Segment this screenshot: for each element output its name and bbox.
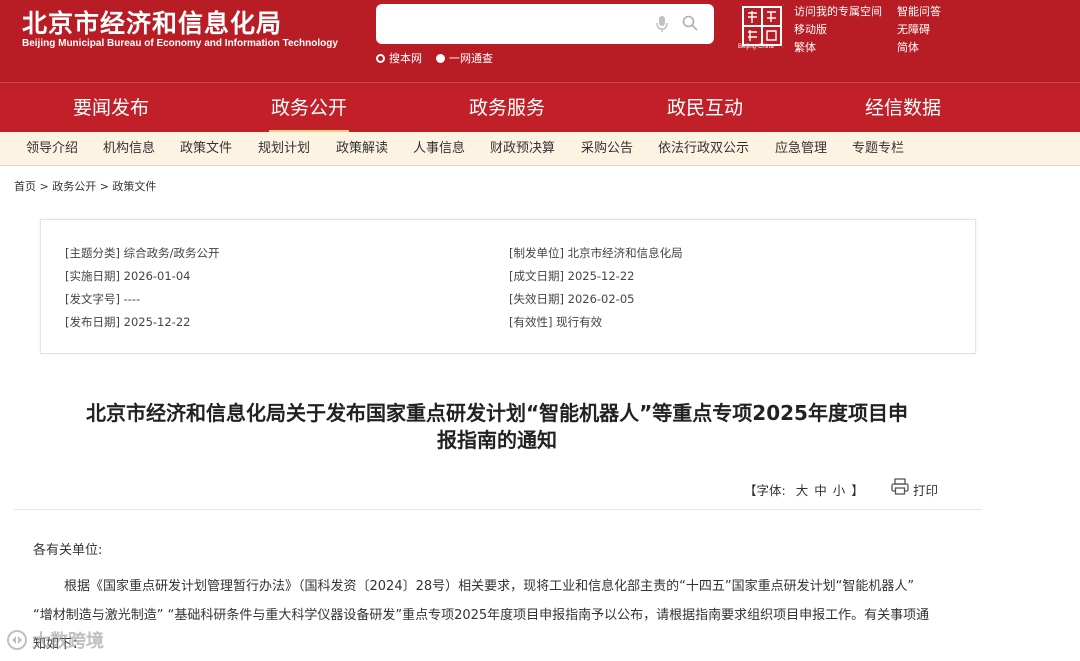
sub-nav: 领导介绍 机构信息 政策文件 规划计划 政策解读 人事信息 财政预决算 采购公告… [0,132,1080,166]
content-divider [14,509,982,510]
subnav-special-topics[interactable]: 专题专栏 [852,132,904,166]
page-title-line1: 北京市经济和信息化局关于发布国家重点研发计划“智能机器人”等重点专项2025年度… [86,401,908,425]
meta-issuer: [制发单位] 北京市经济和信息化局 [509,246,683,260]
body-paragraph-line1: 根据《国家重点研发计划管理暂行办法》（国科发资〔2024〕28号）相关要求，现将… [64,579,915,594]
subnav-policy-docs[interactable]: 政策文件 [180,132,232,166]
site-logo-title[interactable]: 北京市经济和信息化局 [22,4,282,40]
print-button[interactable]: 打印 [913,480,938,499]
site-logo-subtitle: Beijing Municipal Bureau of Economy and … [22,38,338,49]
link-traditional[interactable]: 繁体 [794,39,816,55]
meta-written-date: [成文日期] 2025-12-22 [509,269,635,283]
print-icon[interactable] [891,478,909,495]
search-option-all-label: 一网通查 [449,52,493,65]
watermark-text: 大数跨境 [32,631,104,652]
document-metadata-panel: [主题分类] 综合政务/政务公开 [实施日期] 2026-01-04 [发文字号… [40,219,976,354]
watermark-logo-icon [7,630,27,650]
subnav-law-admin[interactable]: 依法行政双公示 [658,132,749,166]
nav-news[interactable]: 要闻发布 [31,83,191,133]
search-option-all[interactable]: 一网通查 [436,50,493,66]
meta-publish-date: [发布日期] 2025-12-22 [65,315,191,329]
nav-gov-affairs[interactable]: 政务公开 [229,83,389,133]
page-title: 北京市经济和信息化局关于发布国家重点研发计划“智能机器人”等重点专项2025年度… [14,400,980,454]
search-option-site[interactable]: 搜本网 [376,50,422,66]
radio-unselected-icon [376,53,385,63]
font-size-end: 】 [851,483,864,498]
link-accessibility[interactable]: 无障碍 [897,21,930,37]
meta-topic: [主题分类] 综合政务/政务公开 [65,246,220,260]
font-size-medium[interactable]: 中 [814,483,827,498]
subnav-interpretation[interactable]: 政策解读 [336,132,388,166]
site-header: 北京市经济和信息化局 Beijing Municipal Bureau of E… [0,0,1080,82]
subnav-emergency[interactable]: 应急管理 [775,132,827,166]
capital-seal-logo [740,4,784,48]
nav-services[interactable]: 政务服务 [427,83,587,133]
search-option-site-label: 搜本网 [389,52,422,65]
subnav-procurement[interactable]: 采购公告 [581,132,633,166]
meta-effective-date: [实施日期] 2026-01-04 [65,269,191,283]
link-mobile[interactable]: 移动版 [794,21,827,37]
nav-interaction[interactable]: 政民互动 [625,83,785,133]
subnav-plans[interactable]: 规划计划 [258,132,310,166]
meta-doc-number: [发文字号] ---- [65,292,141,306]
link-simplified[interactable]: 简体 [897,39,919,55]
link-smart-qa[interactable]: 智能问答 [897,3,941,19]
subnav-leaders[interactable]: 领导介绍 [26,132,78,166]
body-paragraph-line2: “增材制造与激光制造” “基础科研条件与重大科学仪器设备研发”重点专项2025年… [33,608,930,623]
meta-validity: [有效性] 现行有效 [509,315,603,329]
meta-expiry-date: [失效日期] 2026-02-05 [509,292,635,306]
breadcrumb[interactable]: 首页 > 政务公开 > 政策文件 [14,178,156,194]
watermark: 大数跨境 [6,627,104,653]
search-icon[interactable] [682,15,698,31]
radio-selected-icon [436,53,445,63]
subnav-personnel[interactable]: 人事信息 [413,132,465,166]
main-nav: 要闻发布 政务公开 政务服务 政民互动 经信数据 [0,82,1080,133]
subnav-organization[interactable]: 机构信息 [103,132,155,166]
link-personal-space[interactable]: 访问我的专属空间 [794,3,882,19]
subnav-budget[interactable]: 财政预决算 [490,132,555,166]
font-size-small[interactable]: 小 [833,483,846,498]
body-salutation: 各有关单位: [33,543,103,558]
seal-caption: Beijing·China [738,44,774,50]
font-size-control: 【字体: 大 中 小 】 [742,480,864,499]
microphone-icon[interactable] [654,15,670,33]
page-title-line2: 报指南的通知 [437,428,557,452]
font-size-large[interactable]: 大 [796,483,809,498]
font-size-label: 【字体: [744,483,786,498]
nav-data[interactable]: 经信数据 [823,83,983,133]
